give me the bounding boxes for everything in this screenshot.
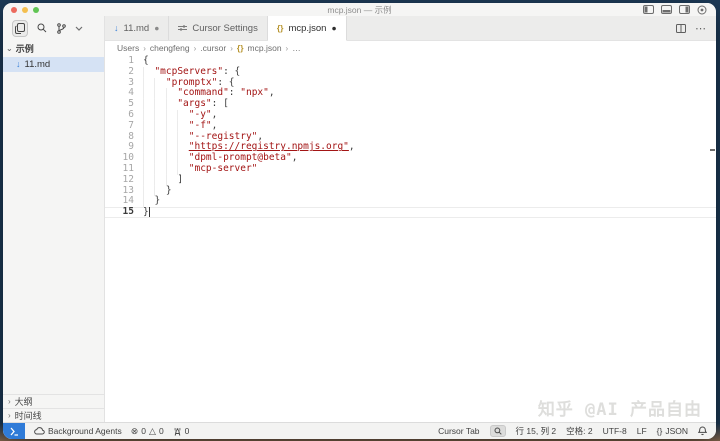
tab-label: mcp.json: [288, 22, 327, 34]
watermark: 知乎 @AI 产品自由: [537, 400, 702, 421]
indentation-indicator[interactable]: 空格: 2: [566, 425, 592, 437]
source-control-icon[interactable]: [56, 22, 66, 34]
modified-dot-icon[interactable]: ●: [331, 24, 336, 33]
language-mode-indicator[interactable]: {} JSON: [657, 426, 688, 436]
tab-mcpjson[interactable]: {} mcp.json ●: [267, 16, 347, 41]
background-agents-label: Background Agents: [48, 426, 122, 436]
error-icon: ⊗: [130, 425, 139, 436]
sidebar-section-label: 示例: [15, 44, 34, 54]
tab-label: Cursor Settings: [192, 22, 258, 34]
code-line[interactable]: 12]: [105, 173, 716, 186]
sidebar-toolbar: [3, 16, 104, 40]
tab-cursor-settings[interactable]: Cursor Settings: [169, 16, 268, 40]
encoding-indicator[interactable]: UTF-8: [603, 426, 627, 436]
breadcrumb-item[interactable]: …: [292, 43, 301, 53]
search-icon[interactable]: [37, 23, 47, 33]
error-count: 0: [141, 426, 147, 436]
toggle-left-sidebar-icon[interactable]: [643, 5, 654, 14]
code-line[interactable]: 15}: [105, 206, 716, 218]
breadcrumb-item[interactable]: mcp.json: [248, 43, 282, 53]
cursor-tab-label[interactable]: Cursor Tab: [438, 426, 479, 436]
breadcrumb-item[interactable]: .cursor: [200, 43, 226, 53]
file-name: 11.md: [24, 59, 51, 70]
cloud-icon: [34, 427, 45, 435]
overview-ruler-mark: [710, 149, 715, 151]
cursor-tab-icon[interactable]: [489, 425, 506, 437]
line-number: 12: [122, 173, 134, 185]
code-line[interactable]: 11 "mcp-server": [105, 163, 716, 175]
chevron-down-icon[interactable]: [75, 26, 83, 31]
warning-count: 0: [158, 426, 164, 436]
chevron-right-icon: ›: [143, 43, 146, 53]
app-window: mcp.json — 示例 ⌄ 示例 ↓ 11.md › 大纲 › 时间线 ↓ …: [3, 3, 716, 439]
notifications-bell-icon[interactable]: [698, 426, 707, 436]
code-line[interactable]: 13}: [105, 185, 716, 197]
problems-button[interactable]: ⊗ 0 △ 0: [131, 426, 164, 437]
breadcrumb-item[interactable]: Users: [117, 43, 139, 53]
background-agents-button[interactable]: Background Agents: [34, 426, 122, 436]
tab-label: 11.md: [123, 22, 150, 34]
warning-icon: △: [149, 425, 156, 436]
chevron-right-icon: ›: [285, 43, 289, 53]
status-bar: Background Agents ⊗ 0 △ 0 0 Cursor Tab 行…: [3, 422, 716, 439]
split-editor-icon[interactable]: [676, 23, 686, 33]
line-number: 15: [122, 206, 134, 218]
line-number: 7: [128, 119, 134, 131]
modified-dot-icon[interactable]: ●: [154, 24, 159, 33]
toggle-bottom-panel-icon[interactable]: [661, 5, 672, 14]
code-editor[interactable]: 知乎 @AI 产品自由 1{2 "mcpServers": {3 "promptx"…: [105, 55, 716, 422]
title-bar[interactable]: mcp.json — 示例: [3, 3, 716, 16]
braces-glyph: {}: [656, 426, 663, 436]
sidebar-section-outline[interactable]: › 大纲: [3, 394, 104, 408]
markdown-file-icon: ↓: [16, 59, 21, 69]
timeline-label: 时间线: [14, 411, 42, 421]
json-braces-icon: {}: [276, 23, 284, 33]
sidebar-item-11md[interactable]: ↓ 11.md: [3, 57, 104, 72]
markdown-file-icon: ↓: [114, 22, 119, 33]
sidebar: ⌄ 示例 ↓ 11.md › 大纲 › 时间线: [3, 16, 105, 422]
breadcrumb: Users › chengfeng › .cursor › {} mcp.jso…: [105, 41, 716, 55]
chevron-right-icon: ›: [8, 411, 11, 420]
chevron-right-icon: ›: [8, 397, 11, 406]
eol-indicator[interactable]: LF: [637, 426, 647, 436]
outline-label: 大纲: [14, 397, 33, 407]
code-line[interactable]: 14}: [105, 195, 716, 208]
ports-count: 0: [184, 426, 190, 436]
sidebar-empty-space: [3, 72, 104, 394]
window-title: mcp.json — 示例: [327, 4, 392, 15]
line-number: 2: [128, 65, 134, 77]
chevron-right-icon: ›: [193, 43, 197, 53]
remote-indicator[interactable]: [3, 423, 25, 439]
breadcrumb-item[interactable]: chengfeng: [150, 43, 190, 53]
language-label: JSON: [665, 426, 688, 436]
sidebar-section-examples[interactable]: ⌄ 示例: [3, 40, 104, 57]
json-braces-icon: {}: [236, 43, 244, 53]
sliders-icon: [178, 24, 188, 32]
radio-tower-icon: [173, 427, 182, 436]
line-col-indicator[interactable]: 行 15, 列 2: [516, 425, 557, 437]
toggle-right-sidebar-icon[interactable]: [679, 5, 690, 14]
tab-11md[interactable]: ↓ 11.md ●: [105, 16, 170, 40]
chevron-down-icon: ⌄: [6, 44, 13, 53]
more-actions-icon[interactable]: ⋯: [695, 22, 707, 35]
chevron-right-icon: ›: [230, 43, 233, 53]
explorer-copy-icon[interactable]: [12, 19, 28, 37]
ports-button[interactable]: 0: [173, 426, 190, 436]
text-cursor: [148, 207, 150, 218]
sidebar-section-timeline[interactable]: › 时间线: [3, 408, 104, 422]
customize-layout-icon[interactable]: [697, 5, 707, 15]
tab-bar: ↓ 11.md ● Cursor Settings {} mcp.json ● …: [105, 16, 716, 41]
